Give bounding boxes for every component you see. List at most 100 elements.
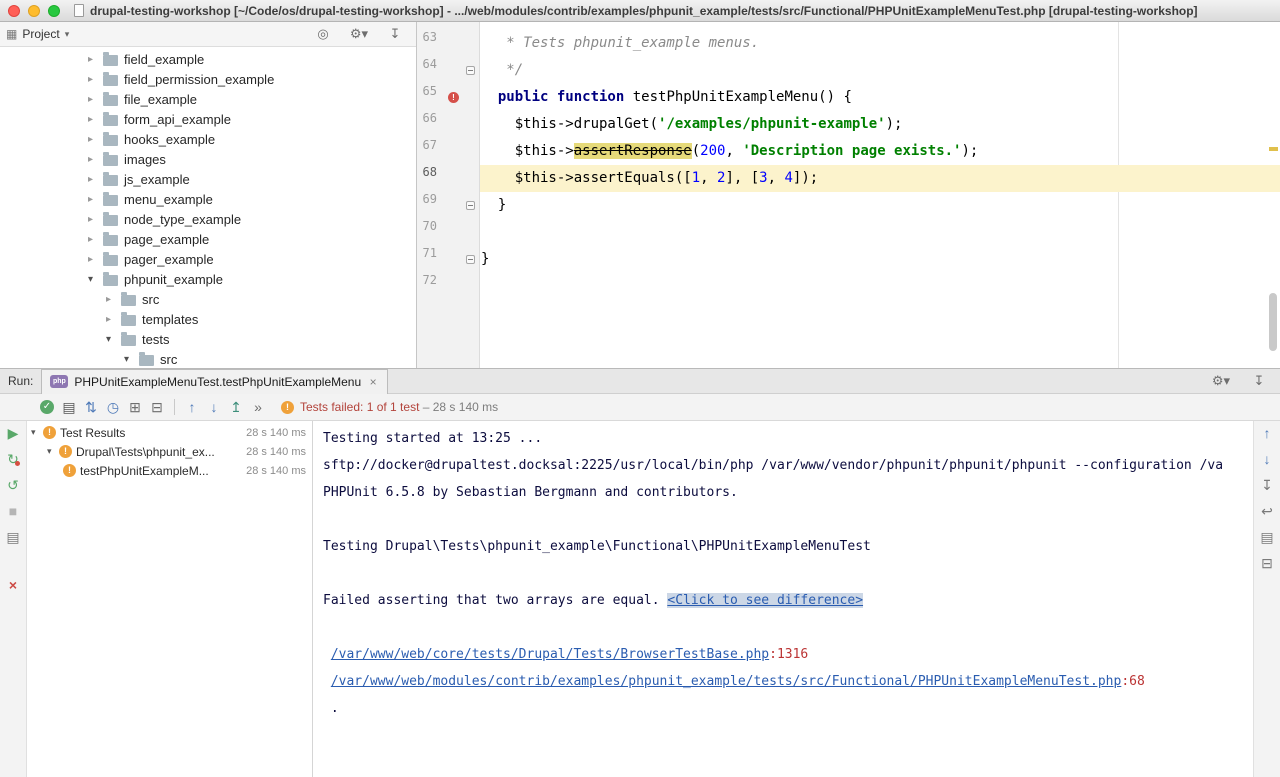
- export-test-results-icon[interactable]: ↥: [225, 398, 247, 416]
- settings-icon[interactable]: ⚙▾: [348, 25, 370, 43]
- chevron-down-icon[interactable]: ▾: [47, 446, 59, 457]
- code-text[interactable]: }: [480, 246, 1280, 273]
- collapse-all-icon[interactable]: ⊟: [146, 398, 168, 416]
- editor-scrollbar[interactable]: [1269, 293, 1277, 351]
- next-failed-test-icon[interactable]: ↓: [203, 398, 225, 416]
- stop-icon[interactable]: ■: [4, 503, 22, 519]
- scroll-to-end-icon[interactable]: ↧: [1258, 477, 1276, 493]
- project-tree-item[interactable]: ▾tests: [0, 329, 416, 349]
- close-window-button[interactable]: [8, 5, 20, 17]
- test-tree-item[interactable]: testPhpUnitExampleM...28 s 140 ms: [27, 461, 312, 480]
- chevron-right-icon[interactable]: ▸: [88, 134, 101, 145]
- editor-line[interactable]: 66 $this->drupalGet('/examples/phpunit-e…: [417, 111, 1280, 138]
- zoom-window-button[interactable]: [48, 5, 60, 17]
- code-text[interactable]: * Tests phpunit_example menus.: [480, 30, 1280, 57]
- chevron-down-icon[interactable]: ▾: [124, 354, 137, 365]
- chevron-down-icon[interactable]: ▾: [31, 427, 43, 438]
- editor-line[interactable]: 69 }: [417, 192, 1280, 219]
- chevron-right-icon[interactable]: ▸: [106, 294, 119, 305]
- chevron-right-icon[interactable]: ▸: [88, 234, 101, 245]
- project-panel-title[interactable]: Project: [22, 27, 59, 41]
- soft-wrap-icon[interactable]: ↩: [1258, 503, 1276, 519]
- console-link[interactable]: /var/www/web/modules/contrib/examples/ph…: [331, 674, 1122, 689]
- restore-layout-icon[interactable]: ▤: [4, 529, 22, 545]
- project-tree-item[interactable]: ▸node_type_example: [0, 209, 416, 229]
- editor-line[interactable]: 65 public function testPhpUnitExampleMen…: [417, 84, 1280, 111]
- project-tree-item[interactable]: ▸pager_example: [0, 249, 416, 269]
- code-text[interactable]: */: [480, 57, 1280, 84]
- previous-failed-test-icon[interactable]: ↑: [181, 398, 203, 416]
- chevron-right-icon[interactable]: ▸: [88, 254, 101, 265]
- chevron-right-icon[interactable]: ▸: [88, 154, 101, 165]
- code-text[interactable]: $this->assertResponse(200, 'Description …: [480, 138, 1280, 165]
- editor-line[interactable]: 68 $this->assertEquals([1, 2], [3, 4]);: [417, 165, 1280, 192]
- project-tree-item[interactable]: ▾src: [0, 349, 416, 368]
- test-tree[interactable]: ▾Test Results28 s 140 ms▾Drupal\Tests\ph…: [27, 421, 313, 777]
- project-tree-item[interactable]: ▸page_example: [0, 229, 416, 249]
- project-tree-item[interactable]: ▸src: [0, 289, 416, 309]
- fold-marker-icon[interactable]: [466, 66, 475, 75]
- code-editor[interactable]: 63 * Tests phpunit_example menus.64 */65…: [417, 22, 1280, 368]
- warning-stripe-mark[interactable]: [1269, 147, 1278, 151]
- minimize-window-button[interactable]: [28, 5, 40, 17]
- code-text[interactable]: }: [480, 192, 1280, 219]
- fold-marker-icon[interactable]: [466, 255, 475, 264]
- close-icon[interactable]: ×: [4, 577, 22, 593]
- code-text[interactable]: public function testPhpUnitExampleMenu()…: [480, 84, 1280, 111]
- project-tree-item[interactable]: ▸field_example: [0, 49, 416, 69]
- chevron-right-icon[interactable]: ▸: [88, 94, 101, 105]
- project-tree-item[interactable]: ▸file_example: [0, 89, 416, 109]
- editor-line[interactable]: 72: [417, 273, 1280, 300]
- chevron-right-icon[interactable]: ▸: [88, 114, 101, 125]
- project-tree-item[interactable]: ▸field_permission_example: [0, 69, 416, 89]
- editor-line[interactable]: 67 $this->assertResponse(200, 'Descripti…: [417, 138, 1280, 165]
- previous-occurrence-icon[interactable]: ↑: [1258, 425, 1276, 441]
- rerun-failed-tests-icon[interactable]: ↻: [4, 451, 22, 467]
- editor-line[interactable]: 63 * Tests phpunit_example menus.: [417, 30, 1280, 57]
- select-opened-file-icon[interactable]: ◎: [312, 25, 334, 43]
- more-options-icon[interactable]: »: [247, 398, 269, 416]
- failed-test-gutter-icon[interactable]: [448, 92, 459, 103]
- editor-line[interactable]: 70: [417, 219, 1280, 246]
- console-link[interactable]: /var/www/web/core/tests/Drupal/Tests/Bro…: [331, 647, 769, 662]
- fold-marker-icon[interactable]: [466, 201, 475, 210]
- expand-all-icon[interactable]: ⊞: [124, 398, 146, 416]
- sort-by-duration-icon[interactable]: ◷: [102, 398, 124, 416]
- project-tree-item[interactable]: ▸js_example: [0, 169, 416, 189]
- chevron-right-icon[interactable]: ▸: [88, 174, 101, 185]
- chevron-right-icon[interactable]: ▸: [88, 74, 101, 85]
- test-tree-item[interactable]: ▾Drupal\Tests\phpunit_ex...28 s 140 ms: [27, 442, 312, 461]
- chevron-right-icon[interactable]: ▸: [88, 194, 101, 205]
- editor-line[interactable]: 71}: [417, 246, 1280, 273]
- code-text[interactable]: $this->assertEquals([1, 2], [3, 4]);: [480, 165, 1280, 192]
- settings-icon[interactable]: ⚙▾: [1210, 372, 1232, 390]
- close-tab-icon[interactable]: [367, 376, 379, 388]
- project-tree-item[interactable]: ▸menu_example: [0, 189, 416, 209]
- run-configuration-tab[interactable]: php PHPUnitExampleMenuTest.testPhpUnitEx…: [41, 369, 388, 394]
- project-tree-item[interactable]: ▸images: [0, 149, 416, 169]
- chevron-right-icon[interactable]: ▸: [88, 54, 101, 65]
- console-link[interactable]: <Click to see difference>: [667, 593, 863, 608]
- rerun-test-icon[interactable]: ▶: [4, 425, 22, 441]
- code-text[interactable]: [480, 273, 1280, 300]
- show-passed-icon[interactable]: ✓: [40, 400, 54, 414]
- sort-alphabetically-icon[interactable]: ⇅: [80, 398, 102, 416]
- hide-panel-icon[interactable]: ↧: [1248, 372, 1270, 390]
- show-ignored-icon[interactable]: ▤: [58, 398, 80, 416]
- print-icon[interactable]: ▤: [1258, 529, 1276, 545]
- project-tree-item[interactable]: ▾phpunit_example: [0, 269, 416, 289]
- next-occurrence-icon[interactable]: ↓: [1258, 451, 1276, 467]
- editor-line[interactable]: 64 */: [417, 57, 1280, 84]
- chevron-down-icon[interactable]: [65, 29, 70, 40]
- code-text[interactable]: $this->drupalGet('/examples/phpunit-exam…: [480, 111, 1280, 138]
- chevron-down-icon[interactable]: ▾: [106, 334, 119, 345]
- chevron-right-icon[interactable]: ▸: [106, 314, 119, 325]
- hide-panel-icon[interactable]: ↧: [384, 25, 406, 43]
- clear-all-icon[interactable]: ⊟: [1258, 555, 1276, 571]
- test-tree-item[interactable]: ▾Test Results28 s 140 ms: [27, 423, 312, 442]
- toggle-auto-test-icon[interactable]: ↺: [4, 477, 22, 493]
- project-tree-item[interactable]: ▸form_api_example: [0, 109, 416, 129]
- chevron-down-icon[interactable]: ▾: [88, 274, 101, 285]
- project-tree[interactable]: ▸field_example▸field_permission_example▸…: [0, 47, 416, 368]
- project-tree-item[interactable]: ▸templates: [0, 309, 416, 329]
